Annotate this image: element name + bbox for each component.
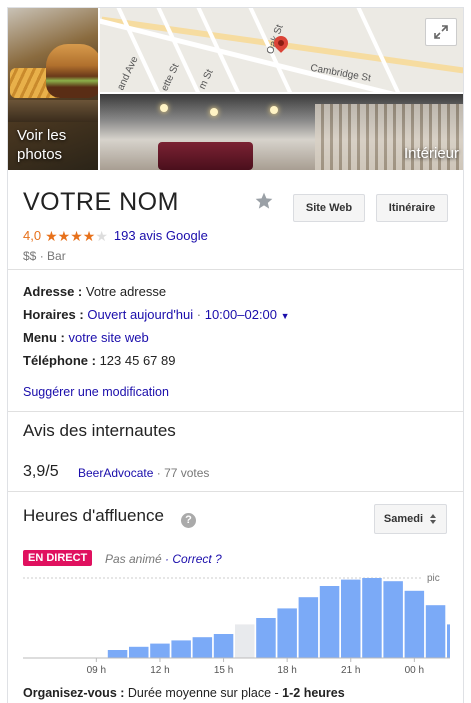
star-icon: ★ <box>70 227 83 244</box>
photos-thumbnail[interactable]: Voir les photos <box>8 8 98 170</box>
popular-times-chart: pic 09 h 12 h 15 h 18 h 21 h 00 h <box>23 573 450 676</box>
reviews-link[interactable]: 193 avis Google <box>114 228 208 243</box>
food-plate <box>8 100 98 122</box>
lamp <box>160 104 168 112</box>
business-name: VOTRE NOM <box>23 188 179 216</box>
rating-stars: ★ ★ ★ ★ ★ <box>45 229 108 243</box>
interior-thumbnail[interactable]: Intérieur <box>100 94 463 170</box>
live-badge: EN DIRECT <box>23 550 93 566</box>
address-label: Adresse : <box>23 284 83 299</box>
photo-header: Voir les photos Oak St Cambridge St and … <box>8 8 463 170</box>
chart-tick-label: 15 h <box>214 665 233 676</box>
chart-tick-label: 00 h <box>405 665 424 676</box>
hours-dropdown[interactable]: Ouvert aujourd'hui · 10:00–02:00 ▼ <box>87 307 289 322</box>
reviews-title: Avis des internautes <box>23 421 176 440</box>
chart-bar-12h <box>150 643 170 658</box>
live-status-text: Pas animé <box>105 552 162 566</box>
hours-range: 10:00–02:00 <box>204 307 278 322</box>
menu-row: Menu : votre site web <box>23 330 149 345</box>
review-votes: · 77 votes <box>156 466 210 480</box>
website-button[interactable]: Site Web <box>293 194 365 222</box>
booth <box>158 142 253 170</box>
category-row: $$ · Bar <box>23 249 66 263</box>
sort-arrows-icon <box>430 514 437 524</box>
divider <box>8 411 463 412</box>
hours-label: Horaires : <box>23 307 84 322</box>
star-icon: ★ <box>82 227 96 244</box>
divider <box>8 269 463 270</box>
chart-tick-label: 21 h <box>341 665 360 676</box>
hours-row: Horaires : Ouvert aujourd'hui · 10:00–02… <box>23 307 290 322</box>
review-source: BeerAdvocate · 77 votes <box>78 466 209 480</box>
map-street-label: m St <box>196 67 216 92</box>
visit-duration: Organisez-vous : Durée moyenne sur place… <box>23 686 345 700</box>
lamp <box>210 108 218 116</box>
expand-icon[interactable] <box>425 18 457 46</box>
food-burger <box>46 44 98 98</box>
chart-bar-02h <box>447 624 450 658</box>
chevron-down-icon: ▼ <box>280 311 290 321</box>
divider <box>8 491 463 492</box>
peak-label: pic <box>427 573 440 584</box>
chart-bar-16h <box>235 624 255 658</box>
chart-bar-11h <box>129 646 149 658</box>
separator: · <box>193 307 205 322</box>
review-source-link[interactable]: BeerAdvocate <box>78 466 153 480</box>
review-score: 3,9/5 <box>23 463 59 480</box>
chart-bar-22h <box>362 578 382 658</box>
visit-duration-label: Organisez-vous : <box>23 686 125 700</box>
chart-tick-label: 09 h <box>87 665 106 676</box>
chart-bar-17h <box>256 618 276 658</box>
map-thumbnail[interactable]: Oak St Cambridge St and Ave ette St m St <box>100 8 463 92</box>
help-icon[interactable]: ? <box>181 513 196 528</box>
chart-bar-10h <box>107 650 128 658</box>
chart-bar-14h <box>192 637 213 658</box>
phone-label: Téléphone : <box>23 353 96 368</box>
map-street-label: and Ave <box>115 54 141 92</box>
menu-label: Menu : <box>23 330 65 345</box>
chart-bar-00h <box>404 590 425 658</box>
chart-bar-23h <box>383 581 403 658</box>
chart-bar-20h <box>319 586 340 658</box>
phone-value[interactable]: 123 45 67 89 <box>100 353 176 368</box>
star-icon: ★ <box>45 227 58 244</box>
day-select-value: Samedi <box>383 513 424 525</box>
chart-bar-15h <box>213 634 234 658</box>
chart-tick-label: 12 h <box>150 665 169 676</box>
rating-value: 4,0 <box>23 228 42 243</box>
correct-link[interactable]: · Correct ? <box>165 552 222 566</box>
phone-row: Téléphone : 123 45 67 89 <box>23 353 175 368</box>
save-star-icon[interactable] <box>254 191 274 211</box>
chart-tick-label: 18 h <box>277 665 296 676</box>
star-icon: ★ <box>95 227 108 244</box>
address-value: Votre adresse <box>85 284 167 299</box>
rating-row: 4,0 ★ ★ ★ ★ ★ 193 avis Google <box>23 228 208 243</box>
knowledge-panel: Voir les photos Oak St Cambridge St and … <box>7 7 464 703</box>
separator: · <box>36 249 48 263</box>
price-level: $$ <box>23 249 37 263</box>
popular-times-title: Heures d'affluence <box>23 506 164 525</box>
chart-bar-21h <box>341 579 361 658</box>
day-select[interactable]: Samedi <box>374 504 447 534</box>
category: Bar <box>47 249 66 263</box>
address-row: Adresse : Votre adresse <box>23 284 166 299</box>
lamp <box>270 106 278 114</box>
photos-label: Voir les photos <box>17 127 67 163</box>
star-icon: ★ <box>57 227 71 244</box>
chart-bar-19h <box>298 597 319 658</box>
live-status: Pas animé · Correct ? <box>105 552 222 566</box>
hours-status: Ouvert aujourd'hui <box>87 307 194 322</box>
menu-link[interactable]: votre site web <box>69 330 149 345</box>
visit-duration-value: 1-2 heures <box>282 686 345 700</box>
visit-duration-text: Durée moyenne sur place - <box>127 686 283 700</box>
chart-bar-01h <box>425 605 446 658</box>
directions-button[interactable]: Itinéraire <box>376 194 448 222</box>
map-street-label: ette St <box>159 62 182 92</box>
interior-label: Intérieur <box>403 145 459 162</box>
chart-bar-18h <box>277 608 297 658</box>
chart-bar-13h <box>171 640 191 658</box>
suggest-edit-link[interactable]: Suggérer une modification <box>23 385 169 399</box>
